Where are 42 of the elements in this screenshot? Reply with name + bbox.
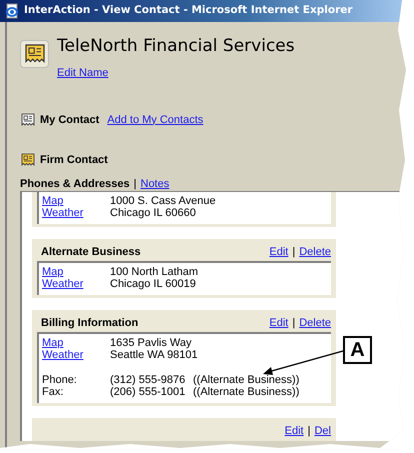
address-link[interactable]: Weather: [42, 349, 84, 362]
address-line: Chicago IL 60019: [110, 278, 197, 290]
address-link[interactable]: Map: [42, 194, 64, 207]
address-link[interactable]: Map: [42, 336, 64, 349]
address-action-link[interactable]: Edit: [269, 246, 288, 258]
address-line: Chicago IL 60660: [110, 207, 197, 220]
section-label: Firm Contact: [40, 153, 108, 168]
phone-note: ((Alternate Business)): [193, 386, 300, 398]
address-action-link[interactable]: Delete: [299, 246, 331, 258]
address-action-link[interactable]: Edit: [269, 316, 288, 330]
phone-number: (206) 555-1001: [110, 386, 186, 398]
address-link[interactable]: Weather: [42, 278, 84, 290]
address-line: 100 North Latham: [110, 266, 200, 278]
edit-name-link[interactable]: Edit Name: [57, 65, 108, 82]
section-tab[interactable]: Notes: [140, 176, 170, 190]
address-link[interactable]: Map: [42, 266, 64, 278]
contact-card-icon: [20, 112, 36, 128]
browser-icon: [4, 3, 20, 19]
address-line: 1635 Pavlis Way: [110, 336, 193, 349]
phone-note: ((Alternate Business)): [193, 374, 300, 386]
phone-label: Phone:: [42, 374, 78, 386]
window-title: InterAction - View Contact - Microsoft Internet Explorer: [24, 3, 353, 18]
callout-label: A: [343, 336, 372, 364]
link-separator: |: [292, 246, 296, 258]
address-action-link[interactable]: Edit: [284, 424, 304, 438]
add-contact-link[interactable]: Add to My Contacts: [107, 112, 204, 128]
phone-label: Fax:: [42, 386, 64, 398]
address-link[interactable]: Weather: [42, 207, 84, 220]
section-label: My Contact: [40, 112, 100, 128]
contact-card-icon: [20, 152, 36, 168]
address-action-link[interactable]: Delete: [299, 316, 331, 330]
link-separator: |: [292, 316, 296, 330]
address-line: 1000 S. Cass Avenue: [110, 194, 217, 207]
phone-number: (312) 555-9876: [110, 374, 186, 386]
address-title: Billing Information: [40, 316, 138, 330]
address-title: Alternate Business: [40, 246, 141, 258]
tab-separator: |: [134, 176, 136, 190]
section-tab[interactable]: Phones & Addresses: [20, 176, 130, 190]
link-separator: |: [308, 424, 310, 438]
contact-name: TeleNorth Financial Services: [57, 38, 295, 55]
address-line: Seattle WA 98101: [110, 349, 199, 362]
address-action-link[interactable]: Del: [314, 424, 331, 438]
